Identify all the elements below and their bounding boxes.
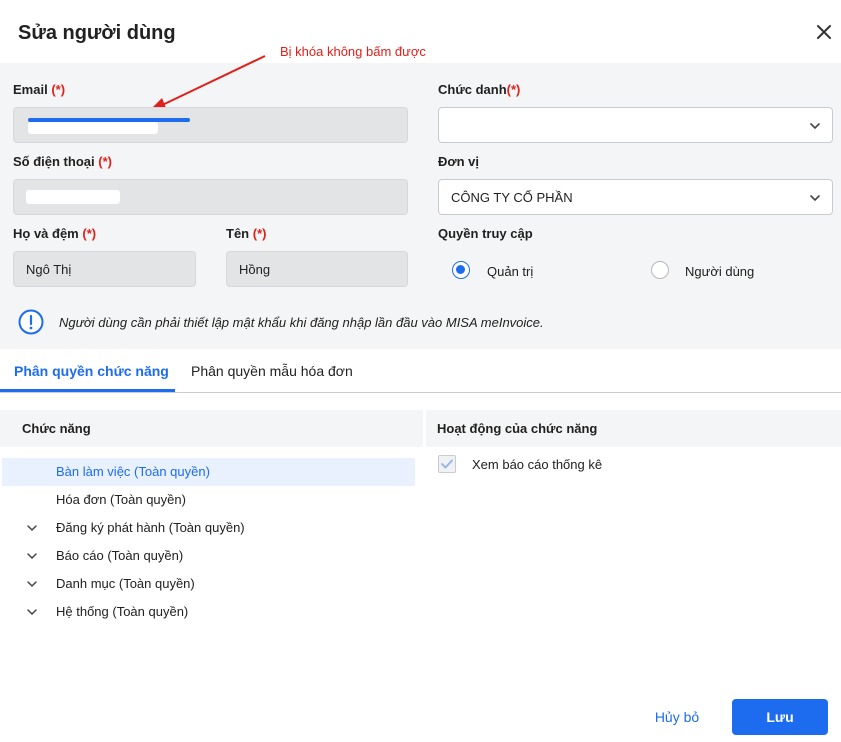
first-name-label: Tên (*) [226, 226, 267, 241]
phone-label: Số điện thoại (*) [13, 154, 112, 169]
job-title-select[interactable] [438, 107, 833, 143]
cancel-button[interactable]: Hủy bỏ [647, 700, 707, 734]
info-icon [18, 309, 44, 335]
unit-select[interactable]: CÔNG TY CỔ PHẦN [438, 179, 833, 215]
activities-header: Hoạt động của chức năng [426, 410, 841, 447]
chevron-down-icon[interactable] [26, 522, 38, 534]
radio-admin[interactable] [452, 261, 470, 279]
dialog-title: Sửa người dùng [18, 22, 176, 44]
tab-active-indicator [0, 389, 175, 392]
tree-item-system[interactable]: Hệ thống (Toàn quyền) [0, 598, 415, 626]
phone-field[interactable] [13, 179, 408, 215]
access-label: Quyền truy cập [438, 226, 533, 241]
tab-function-permissions[interactable]: Phân quyền chức năng [14, 363, 169, 379]
tree-item-reports[interactable]: Báo cáo (Toàn quyền) [0, 542, 415, 570]
tab-invoice-template-permissions[interactable]: Phân quyền mẫu hóa đơn [191, 363, 353, 379]
chevron-down-icon [810, 123, 820, 130]
radio-admin-label[interactable]: Quản trị [487, 264, 533, 279]
chevron-down-icon[interactable] [26, 550, 38, 562]
tab-bar: Phân quyền chức năng Phân quyền mẫu hóa … [0, 349, 841, 393]
email-field[interactable] [13, 107, 408, 143]
last-name-label: Họ và đệm (*) [13, 226, 97, 241]
chevron-down-icon[interactable] [26, 578, 38, 590]
chevron-down-icon [810, 195, 820, 202]
unit-label: Đơn vị [438, 154, 480, 169]
last-name-field[interactable]: Ngô Thị [13, 251, 196, 287]
unit-value: CÔNG TY CỔ PHẦN [451, 190, 573, 205]
notice-text: Người dùng cần phải thiết lập mật khẩu k… [59, 315, 544, 330]
activity-checkbox-label[interactable]: Xem báo cáo thống kê [472, 457, 602, 472]
annotation-text: Bị khóa không bấm được [280, 44, 426, 59]
job-title-label: Chức danh(*) [438, 82, 521, 97]
tree-item-catalog[interactable]: Danh mục (Toàn quyền) [0, 570, 415, 598]
checkmark-icon [441, 459, 453, 469]
chevron-down-icon[interactable] [26, 606, 38, 618]
functions-header: Chức năng [0, 410, 423, 447]
close-icon[interactable] [812, 20, 836, 44]
tree-item-issuance-registration[interactable]: Đăng ký phát hành (Toàn quyền) [0, 514, 415, 542]
radio-user[interactable] [651, 261, 669, 279]
radio-user-label[interactable]: Người dùng [685, 264, 754, 279]
email-label: Email (*) [13, 82, 66, 97]
first-name-field[interactable]: Hồng [226, 251, 408, 287]
tree-item-invoice[interactable]: Hóa đơn (Toàn quyền) [0, 486, 415, 514]
save-button[interactable]: Lưu [732, 699, 828, 735]
tree-item-workspace[interactable]: Bàn làm việc (Toàn quyền) [2, 458, 415, 486]
activity-checkbox[interactable] [438, 455, 456, 473]
